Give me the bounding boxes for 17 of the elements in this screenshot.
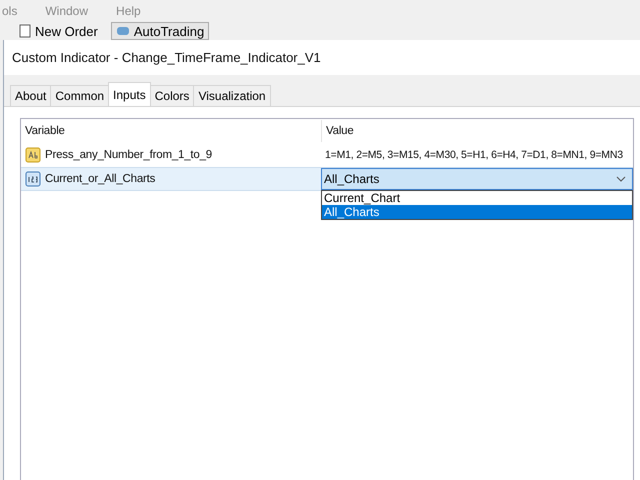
number-type-icon — [25, 171, 41, 187]
tab[interactable]: Visualization — [193, 85, 271, 106]
column-header: Value — [321, 120, 633, 142]
toolbar-button[interactable]: AutoTrading — [110, 22, 210, 40]
dialog-title: Custom Indicator - Change_TimeFrame_Indicator_V1 — [4, 40, 640, 75]
variable-name: Press_any_Number_from_1_to_9 — [45, 149, 212, 161]
column-header: Variable — [24, 124, 66, 139]
variable-name: Current_or_All_Charts — [45, 173, 156, 185]
value-dropdown[interactable]: All_Charts — [321, 168, 633, 190]
tab[interactable]: Inputs — [108, 82, 151, 106]
tab[interactable]: About — [10, 85, 52, 106]
document-icon — [19, 24, 31, 38]
toolbar-button[interactable]: New Order — [14, 22, 103, 40]
chevron-down-icon — [616, 176, 626, 182]
value-cell-text: 1=M1, 2=M5, 3=M15, 4=M30, 5=H1, 6=H4, 7=D1, 8=MN1, 9=MN3 — [324, 148, 624, 163]
text-type-icon — [25, 147, 41, 163]
dropdown-option[interactable]: All_Charts — [322, 205, 632, 219]
